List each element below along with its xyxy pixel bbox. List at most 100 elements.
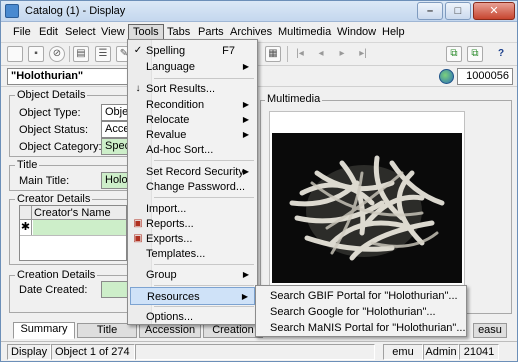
first-record-icon[interactable]: |◂ [292,46,308,62]
title-bar: Catalog (1) - Display – □ ✕ [1,1,517,22]
creation-details-label: Creation Details [15,269,98,281]
globe-icon[interactable] [439,69,454,84]
menu-parts[interactable]: Parts [194,25,228,39]
new-row-icon: ✱ [20,220,32,235]
status-role: Admin [423,344,459,360]
reports-icon: ▣ [133,218,143,229]
menu-item-adhoc-sort[interactable]: Ad-hoc Sort... [130,141,255,159]
object-details-label: Object Details [15,89,88,101]
menu-edit[interactable]: Edit [35,25,62,39]
cancel-icon[interactable]: ⊘ [49,46,65,62]
menu-view[interactable]: View [97,25,129,39]
menu-separator [154,306,254,307]
menu-window[interactable]: Window [333,25,380,39]
search-record-icon[interactable]: ▤ [73,46,89,62]
creator-details-label: Creator Details [15,193,93,205]
menu-separator [154,264,254,265]
menu-separator [154,285,254,286]
save-icon[interactable]: ▪ [28,46,44,62]
last-record-icon[interactable]: ▸| [355,46,371,62]
creator-grid[interactable]: Creator's Name ✱ [19,205,127,261]
creator-name-cell[interactable] [33,220,126,235]
row-selector-header [20,206,32,220]
title-group-label: Title [15,159,40,171]
report-icon[interactable]: ▦ [265,46,281,62]
menu-tools[interactable]: Tools [128,24,164,40]
catalog-window: Catalog (1) - Display – □ ✕ File Edit Se… [0,0,518,362]
toolbar-separator [69,46,70,62]
specimen-photo[interactable] [272,133,462,283]
sort-az-icon: ↓ [135,83,141,94]
status-user: emu [383,344,423,360]
attach-icon[interactable]: ⧉ [467,46,483,62]
holothurian-image [272,133,462,283]
list-view-icon[interactable]: ☰ [95,46,111,62]
submenu-arrow-icon: ▶ [242,270,249,279]
menu-bar: File Edit Select View Tools Tabs Parts A… [1,23,517,42]
menu-item-change-password[interactable]: Change Password... [130,178,255,196]
search-gbif-item[interactable]: Search GBIF Portal for "Holothurian"... [270,288,458,304]
previous-record-icon[interactable]: ◂ [313,46,329,62]
tab-measurement[interactable]: easu [473,323,507,338]
status-count: 21041 [459,344,499,360]
object-type-label: Object Type: [19,107,81,119]
creator-name-column-header: Creator's Name [34,207,111,219]
submenu-arrow-icon: ▶ [242,62,249,71]
menu-item-label: Templates... [146,248,206,260]
menu-item-options[interactable]: Options... [130,308,255,326]
tab-title[interactable]: Title [77,323,137,338]
record-bar: "Holothurian" 1000056 [1,65,517,87]
exports-icon: ▣ [133,233,143,244]
app-icon [5,4,19,18]
menu-help[interactable]: Help [378,25,409,39]
status-mode: Display [7,344,51,360]
search-google-item[interactable]: Search Google for "Holothurian"... [270,304,436,320]
record-irn: 1000056 [457,68,513,85]
menu-multimedia[interactable]: Multimedia [274,25,335,39]
status-bar: Display Object 1 of 274 emu Admin 21041 [1,341,517,361]
menu-tabs[interactable]: Tabs [163,25,194,39]
menu-item-label: Change Password... [146,181,246,193]
menu-item-label: Group [146,269,177,281]
menu-item-templates[interactable]: Templates... [130,245,255,263]
menu-item-label: Resources [147,291,200,303]
menu-item-language[interactable]: Language ▶ [130,58,255,76]
menu-select[interactable]: Select [61,25,100,39]
window-title: Catalog (1) - Display [25,5,126,17]
copy-to-new-icon[interactable]: ⧉ [446,46,462,62]
next-record-icon[interactable]: ▸ [334,46,350,62]
status-message [135,344,375,360]
record-heading: "Holothurian" [7,68,129,85]
spellcheck-icon: ✓ [133,45,143,56]
tools-menu: ✓ Spelling F7 Language ▶ ↓ Sort Results.… [127,39,258,325]
minimize-button[interactable]: – [417,2,443,20]
table-row[interactable]: ✱ [20,220,126,236]
toolbar-separator [287,46,288,62]
menu-separator [154,78,254,79]
menu-separator [154,197,254,198]
creator-grid-header: Creator's Name [20,206,126,220]
resources-submenu: Search GBIF Portal for "Holothurian"... … [255,285,467,337]
status-position: Object 1 of 274 [51,344,135,360]
main-title-label: Main Title: [19,175,70,187]
menu-item-resources[interactable]: Resources ▶ [130,287,255,305]
menu-archives[interactable]: Archives [226,25,276,39]
search-manis-item[interactable]: Search MaNIS Portal for "Holothurian"... [270,320,466,336]
object-status-label: Object Status: [19,124,89,136]
close-button[interactable]: ✕ [473,2,515,20]
date-created-label: Date Created: [19,284,88,296]
tab-summary[interactable]: Summary [13,322,75,339]
menu-separator [154,160,254,161]
context-help-icon[interactable]: ? [493,46,509,62]
menu-item-label: Language [146,61,195,73]
menu-item-group[interactable]: Group ▶ [130,266,255,284]
menu-item-label: Options... [146,311,194,323]
multimedia-label: Multimedia [265,93,323,105]
new-record-icon[interactable] [7,46,23,62]
toolbar: ▪ ⊘ ▤ ☰ ✎ ▦ |◂ ◂ ▸ ▸| ⧉ ⧉ ? [1,42,517,64]
object-category-label: Object Category: [19,141,102,153]
maximize-button[interactable]: □ [445,2,471,20]
menu-file[interactable]: File [9,25,35,39]
submenu-arrow-icon: ▶ [241,292,248,301]
menu-item-label: Ad-hoc Sort... [146,144,214,156]
